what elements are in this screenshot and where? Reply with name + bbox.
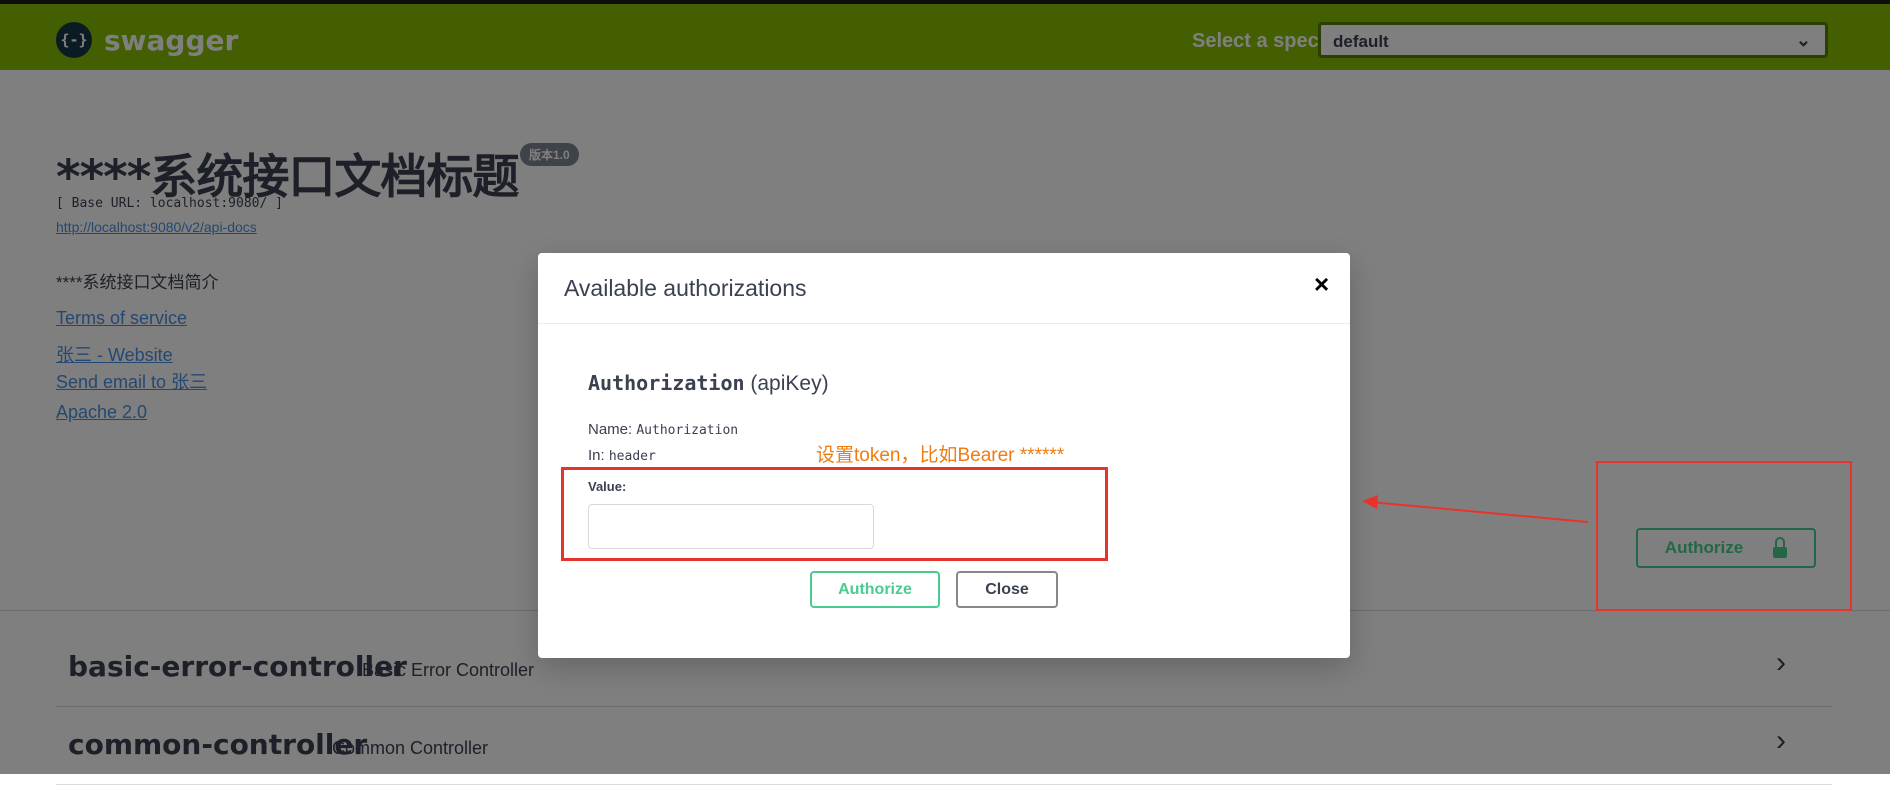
annotation-arrow-line	[1369, 501, 1589, 523]
annotation-arrow	[1362, 495, 1589, 523]
annotation-arrow-head	[1362, 495, 1378, 509]
